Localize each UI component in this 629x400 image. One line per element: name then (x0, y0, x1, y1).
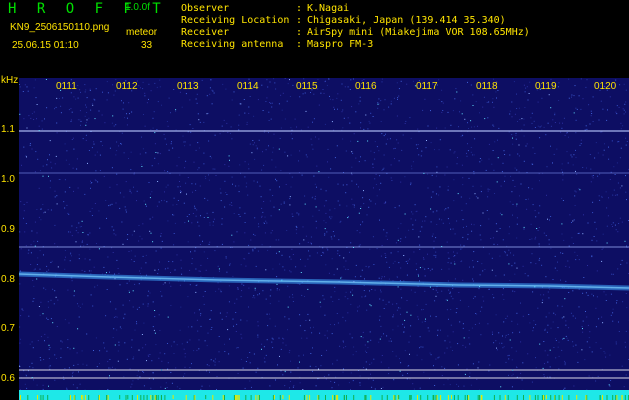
noise-highlights (19, 79, 626, 390)
spectrogram-panel (19, 78, 629, 390)
hroft-window: H R O F F T 1.0.0f KN9_2506150110.png me… (0, 0, 629, 400)
y-tick-0-8: 0.8 (1, 274, 15, 285)
meteor-count: 33 (141, 40, 153, 51)
antenna-colon: : (296, 39, 303, 50)
location-label: Receiving Location (181, 15, 290, 26)
time-tick-0117: 0117 (416, 81, 438, 92)
file-name: KN9_2506150110.png (10, 22, 110, 33)
y-tick-1-1: 1.1 (1, 124, 15, 135)
y-tick-0-9: 0.9 (1, 224, 15, 235)
receiver-value: AirSpy mini (Miakejima VOR 108.65MHz) (307, 27, 530, 38)
time-tick-0114: 0114 (237, 81, 259, 92)
location-colon: : (296, 15, 303, 26)
power-bar (19, 390, 629, 400)
antenna-label: Receiving antenna (181, 39, 284, 50)
time-tick-0118: 0118 (476, 81, 498, 92)
receiver-colon: : (296, 27, 303, 38)
spectrogram-plot (19, 78, 629, 390)
y-tick-1-0: 1.0 (1, 174, 15, 185)
meteor-label: meteor (126, 27, 158, 38)
observer-colon: : (296, 3, 303, 14)
app-version: 1.0.0f (125, 2, 151, 13)
time-tick-0112: 0112 (116, 81, 138, 92)
location-value: Chigasaki, Japan (139.414 35.340) (307, 15, 506, 26)
axis-unit: kHz (1, 75, 19, 86)
receiver-label: Receiver (181, 27, 230, 38)
time-tick-0115: 0115 (296, 81, 318, 92)
time-tick-0113: 0113 (177, 81, 199, 92)
antenna-value: Maspro FM-3 (307, 39, 374, 50)
time-tick-0111: 0111 (56, 81, 77, 92)
y-tick-0-6: 0.6 (1, 373, 15, 384)
observer-label: Observer (181, 3, 230, 14)
power-bar-spikes (20, 395, 629, 400)
time-tick-0120: 0120 (594, 81, 617, 92)
noise-layer (19, 78, 629, 390)
observer-value: K.Nagai (307, 3, 350, 14)
timestamp: 25.06.15 01:10 (12, 40, 79, 51)
time-tick-0116: 0116 (355, 81, 377, 92)
time-tick-0119: 0119 (535, 81, 557, 92)
y-tick-0-7: 0.7 (1, 323, 15, 334)
